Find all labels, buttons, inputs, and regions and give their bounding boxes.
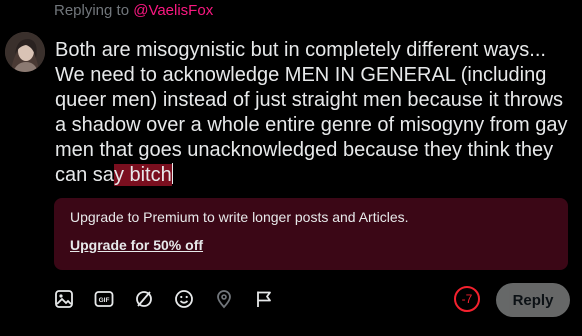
grok-icon xyxy=(136,291,152,307)
gif-icon: GIF xyxy=(94,291,114,307)
media-icon xyxy=(55,290,73,308)
grok-button[interactable] xyxy=(132,287,156,311)
media-button[interactable] xyxy=(52,287,76,311)
location-icon xyxy=(217,290,231,309)
replying-to-line: Replying to @VaelisFox xyxy=(54,2,213,19)
upgrade-link[interactable]: Upgrade for 50% off xyxy=(70,237,203,253)
reply-button[interactable]: Reply xyxy=(496,283,570,317)
upsell-message: Upgrade to Premium to write longer posts… xyxy=(70,209,409,225)
emoji-icon xyxy=(175,290,193,308)
compose-text-area[interactable]: Both are misogynistic but in completely … xyxy=(55,38,577,188)
svg-text:GIF: GIF xyxy=(99,297,110,304)
premium-upsell-banner: Upgrade to Premium to write longer posts… xyxy=(54,198,568,270)
flag-button[interactable] xyxy=(252,287,276,311)
gif-button[interactable]: GIF xyxy=(92,287,116,311)
character-counter: -7 xyxy=(454,286,480,312)
reply-handle-link[interactable]: @VaelisFox xyxy=(133,2,213,19)
avatar[interactable] xyxy=(5,32,45,72)
location-button[interactable] xyxy=(212,287,236,311)
flag-icon xyxy=(257,291,271,307)
replying-to-prefix: Replying to xyxy=(54,2,134,19)
emoji-button[interactable] xyxy=(172,287,196,311)
text-caret xyxy=(171,163,173,184)
avatar-image xyxy=(5,32,45,72)
over-limit-text: y bitch xyxy=(113,164,172,186)
